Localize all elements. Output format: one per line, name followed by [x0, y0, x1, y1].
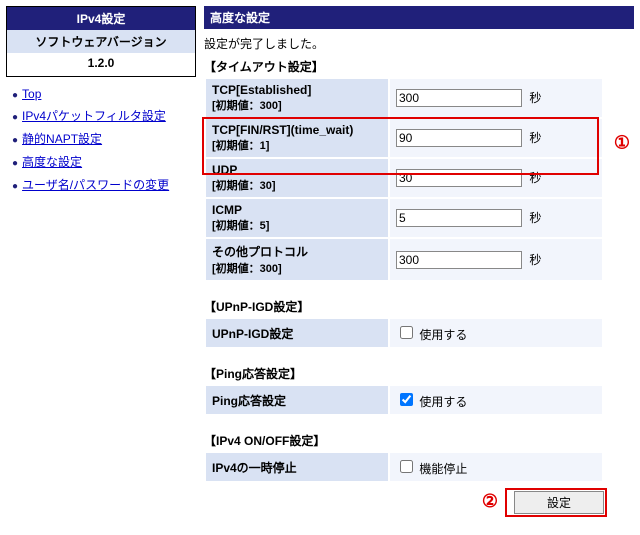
bullet-icon: ● [12, 112, 18, 123]
main-title: 高度な設定 [204, 6, 634, 29]
bullet-icon: ● [12, 135, 18, 146]
row-tcp-fin: TCP[FIN/RST](time_wait) [初期値：1] 秒 [205, 118, 603, 158]
ipv4off-label: IPv4の一時停止 [205, 452, 389, 482]
unit-sec: 秒 [529, 131, 541, 145]
udp-label: UDP [212, 163, 382, 177]
ping-label: Ping応答設定 [205, 385, 389, 415]
ipv4off-checkbox[interactable] [400, 460, 413, 473]
other-input[interactable] [396, 251, 522, 269]
nav-static-napt[interactable]: 静的NAPT設定 [22, 132, 102, 146]
sidebar: IPv4設定 ソフトウェアバージョン 1.2.0 ● Top ● IPv4パケットフ… [6, 6, 196, 199]
tcp-fin-input[interactable] [396, 129, 522, 147]
tcp-est-label: TCP[Established] [212, 83, 382, 97]
ping-checkbox-label: 使用する [419, 395, 467, 409]
section-timeout-title: 【タイムアウト設定】 [204, 58, 604, 75]
bullet-icon: ● [12, 90, 18, 101]
row-icmp: ICMP [初期値：5] 秒 [205, 198, 603, 238]
status-message: 設定が完了しました。 [204, 35, 604, 52]
unit-sec: 秒 [529, 91, 541, 105]
submit-button[interactable]: 設定 [514, 491, 604, 514]
bullet-icon: ● [12, 181, 18, 192]
icmp-init: [初期値：5] [212, 217, 382, 233]
row-upnp: UPnP-IGD設定 使用する [205, 318, 603, 348]
tcp-fin-label: TCP[FIN/RST](time_wait) [212, 123, 382, 137]
ping-table: Ping応答設定 使用する [204, 384, 604, 416]
tcp-fin-init: [初期値：1] [212, 137, 382, 153]
tcp-est-init: [初期値：300] [212, 97, 382, 113]
row-ping: Ping応答設定 使用する [205, 385, 603, 415]
section-upnp-title: 【UPnP-IGD設定】 [204, 298, 604, 315]
row-ipv4-off: IPv4の一時停止 機能停止 [205, 452, 603, 482]
sidebar-title: IPv4設定 [7, 7, 195, 30]
ipv4off-checkbox-label: 機能停止 [419, 462, 467, 476]
icmp-label: ICMP [212, 203, 382, 217]
timeout-table: TCP[Established] [初期値：300] 秒 TCP[FIN/RST… [204, 77, 604, 282]
main-panel: 高度な設定 設定が完了しました。 【タイムアウト設定】 TCP[Establis… [204, 6, 634, 514]
row-other-protocol: その他プロトコル [初期値：300] 秒 [205, 238, 603, 281]
version-number: 1.2.0 [7, 53, 195, 76]
icmp-input[interactable] [396, 209, 522, 227]
tcp-est-input[interactable] [396, 89, 522, 107]
udp-input[interactable] [396, 169, 522, 187]
section-ipv4-title: 【IPv4 ON/OFF設定】 [204, 432, 604, 449]
version-label: ソフトウェアバージョン [7, 30, 195, 53]
nav-user-pass[interactable]: ユーザ名/パスワードの変更 [22, 178, 169, 192]
bullet-icon: ● [12, 158, 18, 169]
unit-sec: 秒 [529, 211, 541, 225]
row-udp: UDP [初期値：30] 秒 [205, 158, 603, 198]
ipv4-table: IPv4の一時停止 機能停止 [204, 451, 604, 483]
upnp-checkbox[interactable] [400, 326, 413, 339]
row-tcp-established: TCP[Established] [初期値：300] 秒 [205, 78, 603, 118]
annotation-circle-2: ② [482, 491, 498, 512]
upnp-table: UPnP-IGD設定 使用する [204, 317, 604, 349]
annotation-circle-1: ① [614, 133, 630, 154]
ping-checkbox[interactable] [400, 393, 413, 406]
other-label: その他プロトコル [212, 243, 382, 260]
unit-sec: 秒 [529, 171, 541, 185]
nav-list: ● Top ● IPv4パケットフィルタ設定 ● 静的NAPT設定 ● 高度な設定 ● ユ… [12, 87, 196, 193]
upnp-checkbox-label: 使用する [419, 328, 467, 342]
udp-init: [初期値：30] [212, 177, 382, 193]
upnp-label: UPnP-IGD設定 [205, 318, 389, 348]
unit-sec: 秒 [529, 253, 541, 267]
other-init: [初期値：300] [212, 260, 382, 276]
section-ping-title: 【Ping応答設定】 [204, 365, 604, 382]
nav-packet-filter[interactable]: IPv4パケットフィルタ設定 [22, 109, 166, 123]
nav-top[interactable]: Top [22, 87, 41, 101]
nav-advanced[interactable]: 高度な設定 [22, 155, 82, 169]
